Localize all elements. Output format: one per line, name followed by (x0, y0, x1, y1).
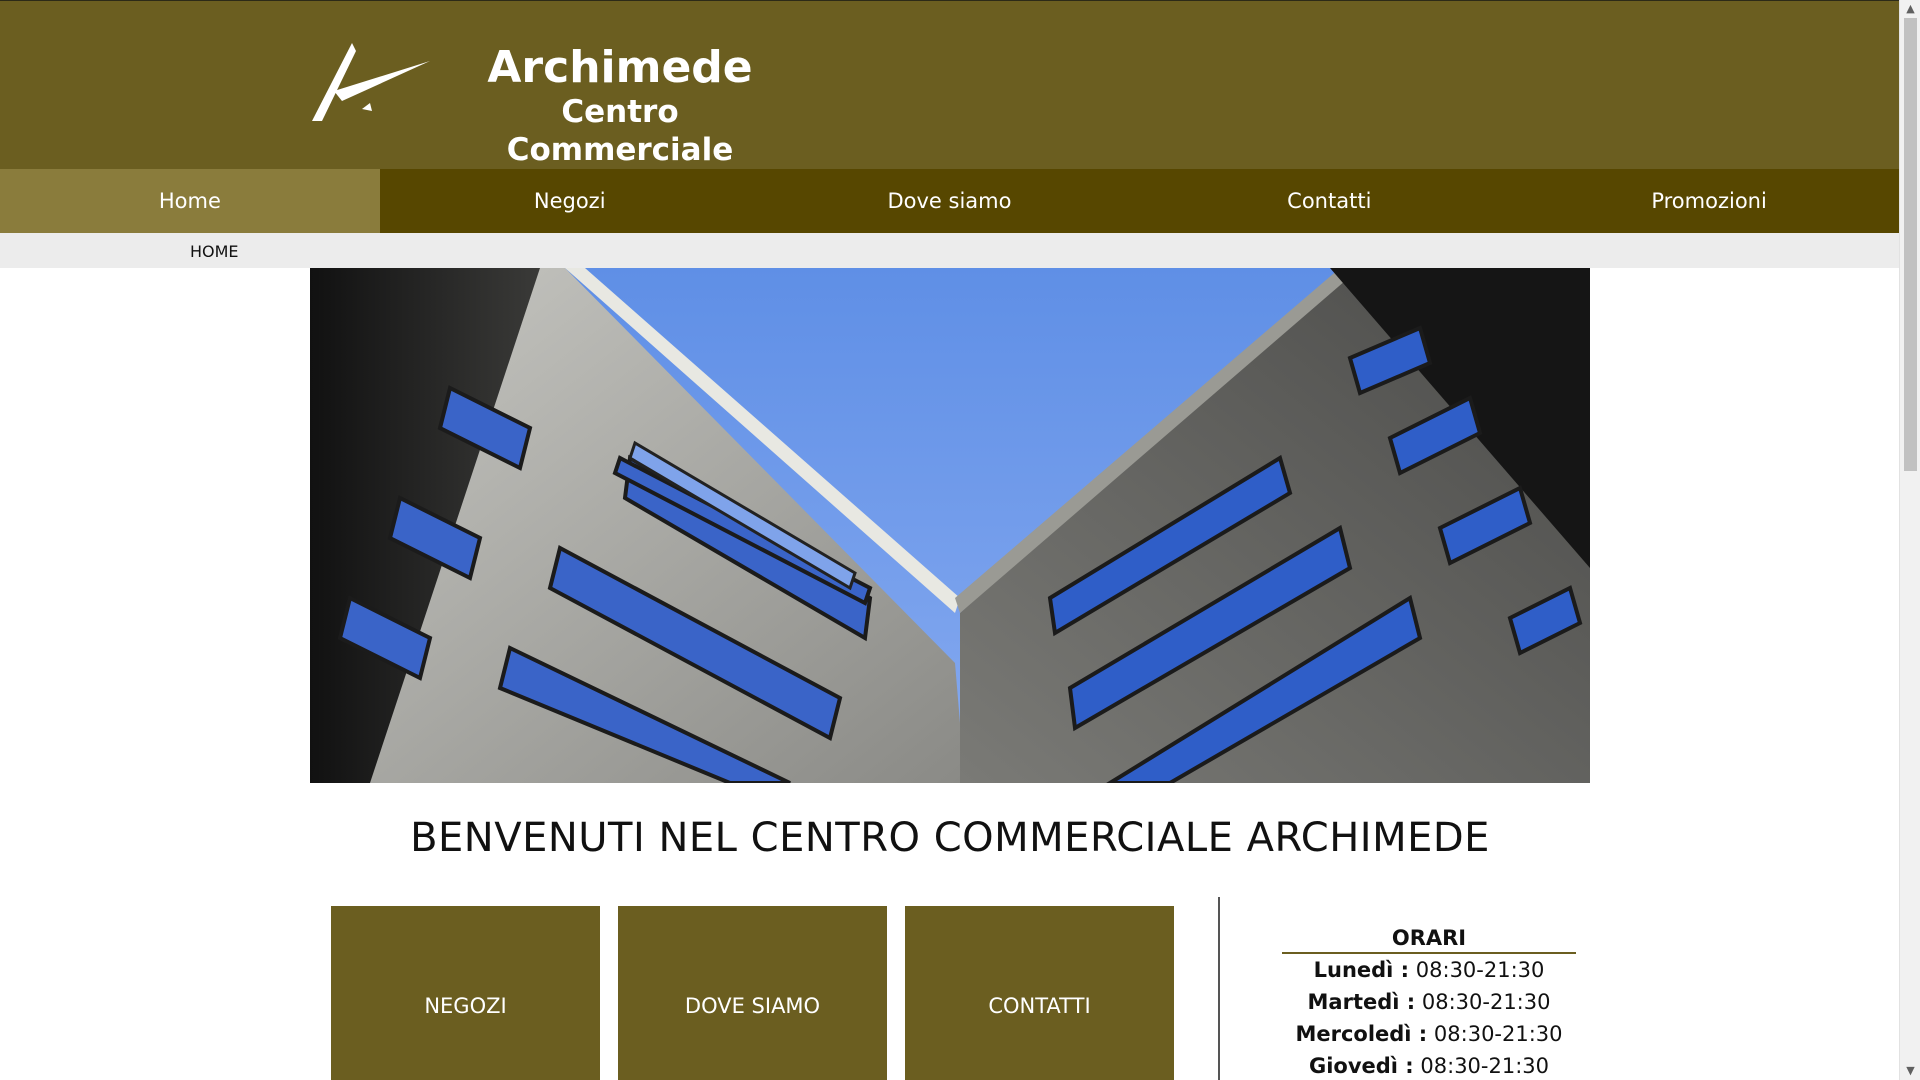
welcome-heading: BENVENUTI NEL CENTRO COMMERCIALE ARCHIME… (410, 815, 1490, 861)
tile-dove-siamo[interactable]: DOVE SIAMO (618, 906, 887, 1080)
nav-item-contatti[interactable]: Contatti (1139, 169, 1519, 233)
scrollbar-thumb[interactable] (1904, 18, 1917, 471)
hours-day: Giovedì : (1308, 1054, 1414, 1078)
hero-image (310, 268, 1590, 783)
hours-day: Mercoledì : (1295, 1022, 1428, 1046)
archimede-logo-icon[interactable] (312, 43, 430, 121)
hours-day: Lunedì : (1313, 958, 1410, 982)
site-header: Archimede Centro Commerciale (0, 0, 1899, 169)
breadcrumb-bar: HOME (0, 233, 1899, 268)
hours-time: 08:30-21:30 (1433, 1022, 1563, 1046)
breadcrumb[interactable]: HOME (190, 242, 239, 261)
hours-time: 08:30-21:30 (1420, 1054, 1550, 1078)
hours-day: Martedì : (1307, 990, 1416, 1014)
hours-time: 08:30-21:30 (1421, 990, 1551, 1014)
nav-item-dove-siamo[interactable]: Dove siamo (760, 169, 1140, 233)
nav-item-promozioni[interactable]: Promozioni (1519, 169, 1899, 233)
tile-negozi[interactable]: NEGOZI (331, 906, 600, 1080)
brand-title: Archimede (487, 42, 753, 93)
main-nav: Home Negozi Dove siamo Contatti Promozio… (0, 169, 1899, 233)
hours-title: ORARI (1282, 926, 1576, 954)
hero-building-illustration (310, 268, 1590, 783)
nav-item-home[interactable]: Home (0, 169, 380, 233)
page: Archimede Centro Commerciale Home Negozi… (0, 0, 1899, 1080)
hours-row: Mercoledì : 08:30-21:30 (1282, 1018, 1576, 1050)
scroll-up-arrow-icon[interactable]: ▲ (1900, 0, 1920, 18)
section-divider (1218, 897, 1220, 1080)
brand-subtitle: Centro Commerciale (506, 94, 734, 168)
hours-time: 08:30-21:30 (1415, 958, 1545, 982)
tile-contatti[interactable]: CONTATTI (905, 906, 1174, 1080)
page-scrollbar[interactable]: ▲ ▼ (1899, 0, 1920, 1080)
opening-hours: ORARI Lunedì : 08:30-21:30 Martedì : 08:… (1282, 926, 1576, 1080)
hours-row: Giovedì : 08:30-21:30 (1282, 1050, 1576, 1080)
scroll-down-arrow-icon[interactable]: ▼ (1900, 1062, 1920, 1080)
nav-item-negozi[interactable]: Negozi (380, 169, 760, 233)
hours-row: Martedì : 08:30-21:30 (1282, 986, 1576, 1018)
hours-row: Lunedì : 08:30-21:30 (1282, 954, 1576, 986)
